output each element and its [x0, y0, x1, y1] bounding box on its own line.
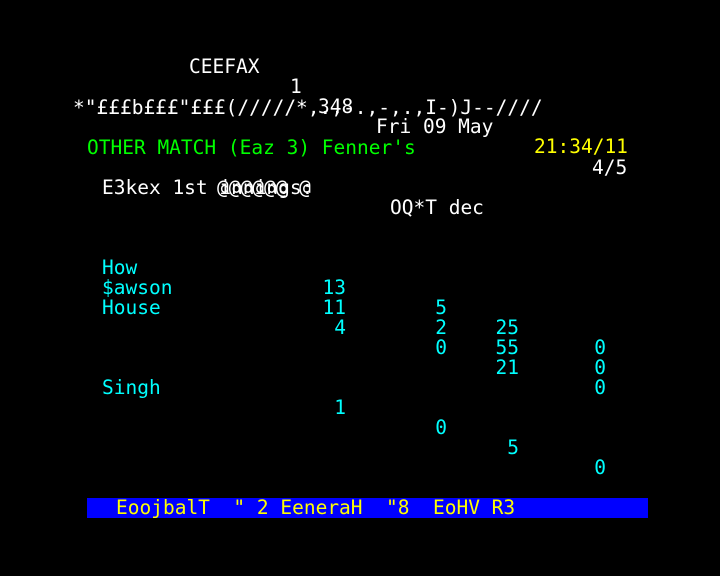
bowler-wickets: 0 — [594, 376, 606, 399]
bowler-overs: 4 — [334, 316, 346, 339]
teletext-screen: { "header": { "service": "CEEFAX", "chan… — [0, 0, 720, 576]
innings-noise: @@@@@@ @ — [217, 176, 311, 199]
bowler-maidens: 5 — [435, 296, 447, 319]
bowler-name: House — [102, 296, 161, 319]
footer-text: EoojbalT " 2 EeneraH "8 EoHV R3 — [116, 496, 516, 519]
table-row: How 13 5 25 0 — [0, 238, 720, 358]
bowler-maidens: 2 — [435, 316, 447, 339]
bowler-wickets: 0 — [594, 456, 606, 479]
header-line: CEEFAX 1 348 Fri 09 May 21:34/11 — [0, 37, 628, 157]
title-line: OTHER MATCH (Eaz 3) Fenner's 4/5 — [0, 118, 627, 178]
bowler-maidens: 0 — [435, 336, 447, 359]
footer-bar: EoojbalT " 2 EeneraH "8 EoHV R3 — [87, 498, 648, 518]
garbled-graphics-line: *"£££b£££"£££(/////*,.,-.,-,.,I-)J--//// — [73, 96, 543, 119]
bowler-runs: 25 — [495, 316, 519, 339]
table-row: Singh 1 0 5 0 — [0, 358, 720, 478]
bowler-runs: 5 — [507, 436, 519, 459]
bowler-overs: 11 — [322, 296, 346, 319]
bowler-overs: 1 — [334, 396, 346, 419]
innings-line: E3kex 1st innings: OQ*T dec — [0, 158, 484, 218]
subpage-indicator: 4/5 — [592, 156, 628, 179]
service-name: CEEFAX — [189, 55, 260, 78]
bowler-name: Singh — [102, 376, 161, 399]
channel-number: 1 — [290, 75, 302, 98]
table-row: House 4 0 21 0 — [0, 278, 720, 398]
bowler-runs: 55 — [495, 336, 519, 359]
bowler-wickets: 0 — [594, 336, 606, 359]
bowler-maidens: 0 — [435, 416, 447, 439]
header-date: Fri 09 May — [376, 115, 494, 138]
innings-total: OQ*T dec — [390, 196, 484, 219]
page-title: OTHER MATCH (Eaz 3) Fenner's — [87, 136, 416, 159]
table-row: $awson 11 2 55 0 — [0, 258, 720, 378]
header-clock: 21:34/11 — [534, 135, 628, 158]
